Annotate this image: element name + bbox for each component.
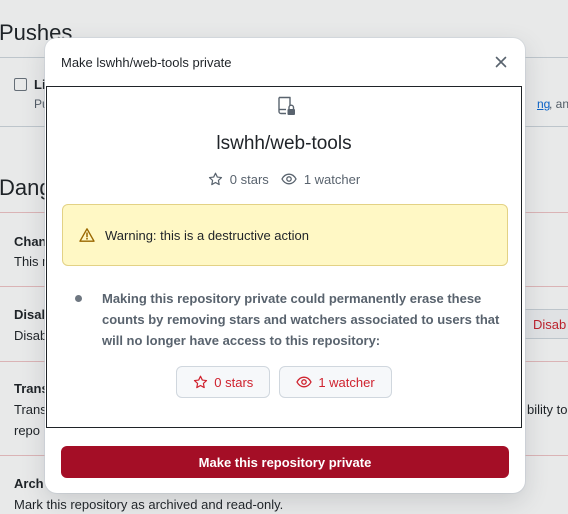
x-icon xyxy=(495,56,507,68)
warning-banner: Warning: this is a destructive action xyxy=(62,204,508,266)
dialog-header: Make lswhh/web-tools private xyxy=(45,38,525,86)
bullet-dot xyxy=(75,295,82,302)
close-button[interactable] xyxy=(489,50,513,74)
impact-buttons: 0 stars 1 watcher xyxy=(47,366,521,398)
repository-name: lswhh/web-tools xyxy=(216,133,352,154)
watchers-button[interactable]: 1 watcher xyxy=(279,366,392,398)
star-icon xyxy=(194,375,208,388)
stars-button[interactable]: 0 stars xyxy=(176,366,271,398)
star-icon xyxy=(208,172,222,185)
stars-button-label: 0 stars xyxy=(214,374,254,390)
watchers-count-label: 1 watcher xyxy=(303,171,361,187)
eye-icon xyxy=(281,173,297,185)
dialog-body: lswhh/web-tools 0 stars 1 watcher Warnin… xyxy=(46,86,522,428)
watchers-button-label: 1 watcher xyxy=(318,374,375,390)
stars-count-label: 0 stars xyxy=(229,171,269,187)
make-private-button[interactable]: Make this repository private xyxy=(61,446,509,478)
repository-counts: 0 stars 1 watcher xyxy=(47,171,521,187)
watchers-count: 1 watcher xyxy=(281,171,360,187)
warning-text: Warning: this is a destructive action xyxy=(105,227,309,243)
impact-description: Making this repository private could per… xyxy=(102,291,500,348)
eye-icon xyxy=(296,376,313,388)
dialog-title: Make lswhh/web-tools private xyxy=(61,55,232,70)
make-private-dialog: Make lswhh/web-tools private lswhh/web-t… xyxy=(45,38,525,493)
alert-icon xyxy=(79,228,95,242)
stars-count: 0 stars xyxy=(208,172,269,187)
repo-locked-icon xyxy=(278,96,295,115)
